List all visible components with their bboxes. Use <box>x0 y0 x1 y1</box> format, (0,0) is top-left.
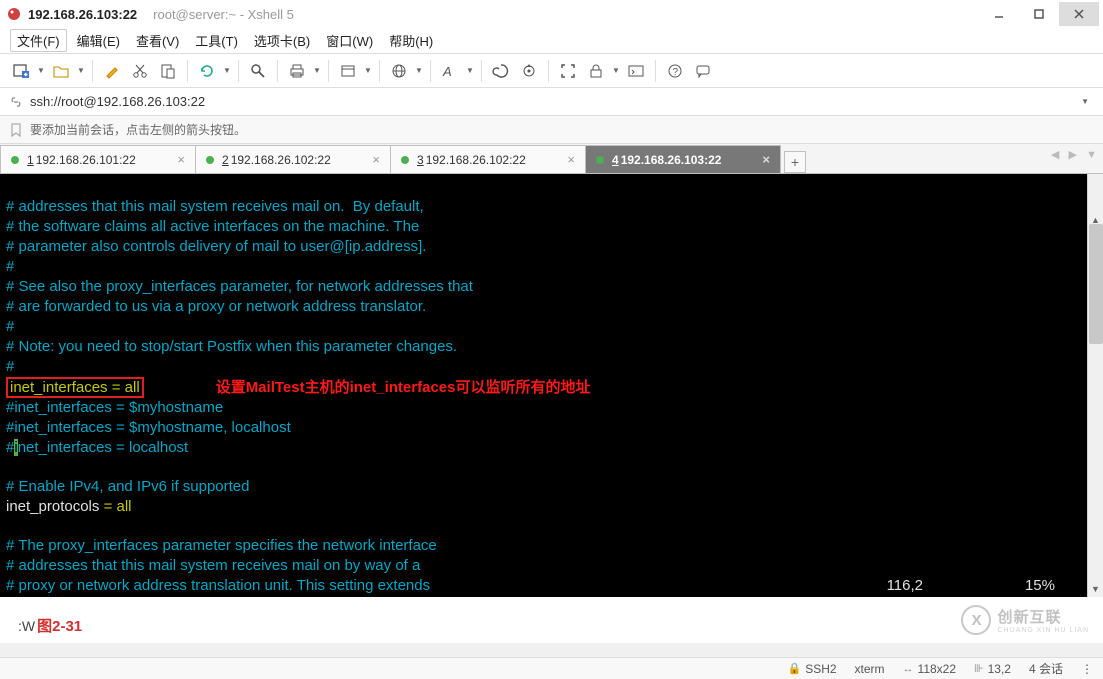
status-term: xterm <box>855 662 885 676</box>
refresh-dropdown[interactable]: ▼ <box>222 58 232 84</box>
lock-dropdown[interactable]: ▼ <box>611 58 621 84</box>
window-title: 192.168.26.103:22 <box>28 7 137 22</box>
font-icon[interactable]: A <box>437 58 463 84</box>
tab-nav[interactable]: ◀ ▶ ▼ <box>1051 148 1097 161</box>
status-dot-icon <box>401 156 409 164</box>
properties-icon[interactable] <box>335 58 361 84</box>
lock-icon[interactable] <box>583 58 609 84</box>
menu-window[interactable]: 窗口(W) <box>320 29 379 52</box>
status-dot-icon <box>11 156 19 164</box>
status-cursor: ⊪13,2 <box>974 662 1011 676</box>
title-bar: 192.168.26.103:22 root@server:~ - Xshell… <box>0 0 1103 28</box>
menu-bar: 文件(F) 编辑(E) 查看(V) 工具(T) 选项卡(B) 窗口(W) 帮助(… <box>0 28 1103 54</box>
close-button[interactable] <box>1059 2 1099 26</box>
new-session-icon[interactable] <box>8 58 34 84</box>
footer-area: :W图2-31 X 创新互联 CHUANG XIN HU LIAN <box>0 597 1103 643</box>
open-icon[interactable] <box>48 58 74 84</box>
menu-edit[interactable]: 编辑(E) <box>71 29 126 52</box>
lock-small-icon: 🔒 <box>787 662 801 675</box>
help-icon[interactable]: ? <box>662 58 688 84</box>
link-icon <box>8 94 24 110</box>
font-dropdown[interactable]: ▼ <box>465 58 475 84</box>
status-dot-icon <box>596 156 604 164</box>
watermark: X 创新互联 CHUANG XIN HU LIAN <box>961 605 1089 635</box>
menu-view[interactable]: 查看(V) <box>130 29 185 52</box>
menu-file[interactable]: 文件(F) <box>10 29 67 52</box>
status-sessions: 4 会话 <box>1029 660 1063 677</box>
session-tab-3[interactable]: 3192.168.26.102:22 × <box>390 145 586 173</box>
tab-close-icon[interactable]: × <box>177 152 185 167</box>
bookmark-add-icon[interactable] <box>8 122 24 138</box>
session-tab-2[interactable]: 2192.168.26.102:22 × <box>195 145 391 173</box>
refresh-icon[interactable] <box>194 58 220 84</box>
highlighted-config-line: inet_interfaces = all <box>6 377 144 398</box>
address-text: ssh://root@192.168.26.103:22 <box>30 94 205 109</box>
status-menu-icon[interactable]: ⋮ <box>1081 662 1093 676</box>
scrollbar[interactable]: ▲ ▼ <box>1087 174 1103 597</box>
print-icon[interactable] <box>284 58 310 84</box>
vim-pct: 15% <box>1025 576 1055 595</box>
menu-help[interactable]: 帮助(H) <box>383 29 439 52</box>
paste-icon[interactable] <box>155 58 181 84</box>
vim-pos: 116,2 <box>887 576 923 595</box>
scroll-down-icon[interactable]: ▼ <box>1088 581 1103 597</box>
fullscreen-icon[interactable] <box>555 58 581 84</box>
globe-icon[interactable] <box>386 58 412 84</box>
open-dropdown[interactable]: ▼ <box>76 58 86 84</box>
tab-close-icon[interactable]: × <box>372 152 380 167</box>
session-tab-1[interactable]: 1192.168.26.101:22 × <box>0 145 196 173</box>
app-icon <box>6 6 22 22</box>
info-text: 要添加当前会话，点击左侧的箭头按钮。 <box>30 121 246 138</box>
figure-label: :W图2-31 <box>18 615 82 636</box>
watermark-icon: X <box>961 605 991 635</box>
status-ssh: 🔒SSH2 <box>787 662 836 676</box>
status-bar: 🔒SSH2 xterm ↔118x22 ⊪13,2 4 会话 ⋮ <box>0 657 1103 679</box>
status-size: ↔118x22 <box>903 662 956 676</box>
address-bar[interactable]: ssh://root@192.168.26.103:22 ▼ <box>0 88 1103 116</box>
info-bar: 要添加当前会话，点击左侧的箭头按钮。 <box>0 116 1103 144</box>
print-dropdown[interactable]: ▼ <box>312 58 322 84</box>
highlight-icon[interactable] <box>99 58 125 84</box>
minimize-button[interactable] <box>979 2 1019 26</box>
svg-text:?: ? <box>673 67 679 78</box>
menu-tools[interactable]: 工具(T) <box>189 29 244 52</box>
cut-icon[interactable] <box>127 58 153 84</box>
cursor-pos-icon: ⊪ <box>974 662 984 675</box>
target-icon[interactable] <box>516 58 542 84</box>
tab-bar: 1192.168.26.101:22 × 2192.168.26.102:22 … <box>0 144 1103 174</box>
spiral-icon[interactable] <box>488 58 514 84</box>
svg-text:A: A <box>442 64 452 79</box>
search-icon[interactable] <box>245 58 271 84</box>
window-subtitle: root@server:~ - Xshell 5 <box>153 7 294 22</box>
resize-icon: ↔ <box>903 663 914 675</box>
status-dot-icon <box>206 156 214 164</box>
menu-tabs[interactable]: 选项卡(B) <box>248 29 316 52</box>
new-session-dropdown[interactable]: ▼ <box>36 58 46 84</box>
annotation-text: 设置MailTest主机的inet_interfaces可以监听所有的地址 <box>216 379 591 396</box>
address-dropdown[interactable]: ▼ <box>1075 97 1095 106</box>
tab-close-icon[interactable]: × <box>567 152 575 167</box>
tab-close-icon[interactable]: × <box>762 152 770 167</box>
chat-icon[interactable] <box>690 58 716 84</box>
globe-dropdown[interactable]: ▼ <box>414 58 424 84</box>
session-tab-4[interactable]: 4192.168.26.103:22 × <box>585 145 781 173</box>
maximize-button[interactable] <box>1019 2 1059 26</box>
tab-add-button[interactable]: + <box>784 151 806 173</box>
scroll-thumb[interactable] <box>1089 224 1103 344</box>
toolbar: ▼ ▼ ▼ ▼ ▼ ▼ A ▼ ▼ ? <box>0 54 1103 88</box>
terminal-icon[interactable] <box>623 58 649 84</box>
terminal-pane[interactable]: # addresses that this mail system receiv… <box>0 174 1103 597</box>
properties-dropdown[interactable]: ▼ <box>363 58 373 84</box>
